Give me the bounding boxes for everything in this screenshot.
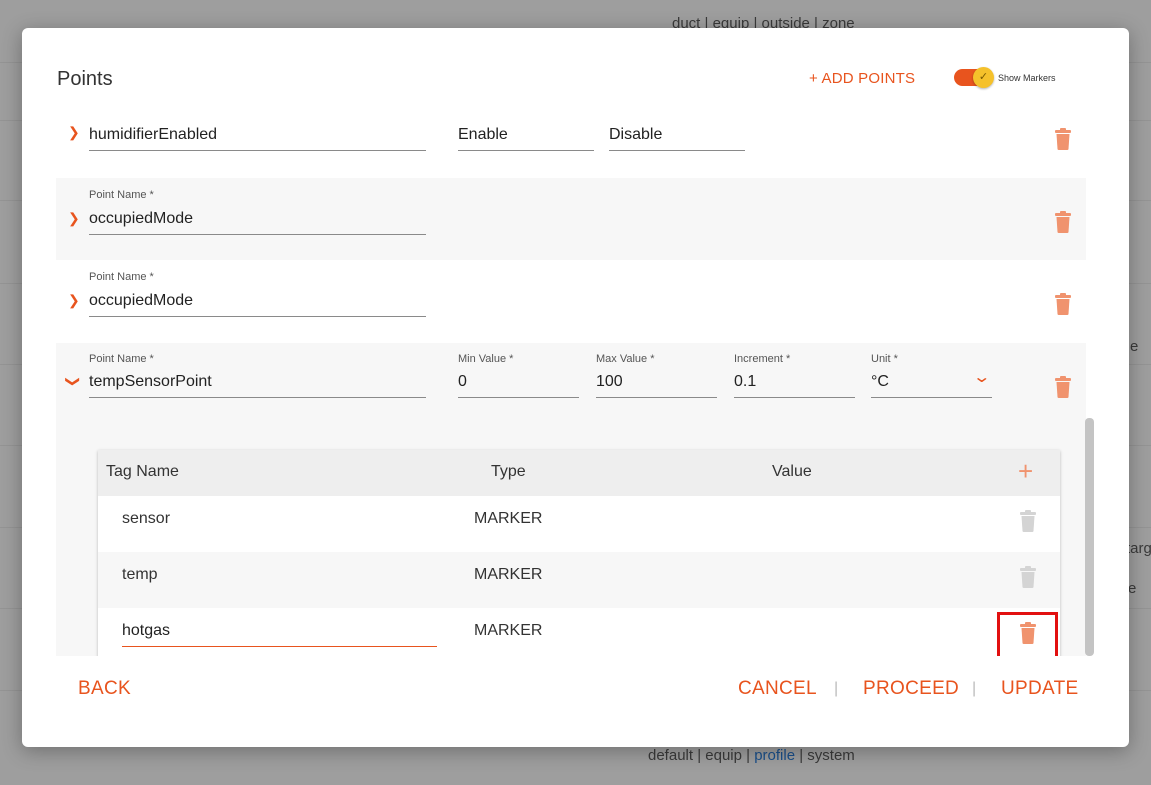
- min-value-label: Min Value *: [458, 353, 514, 365]
- point-name-label: Point Name *: [89, 271, 154, 283]
- add-points-button[interactable]: + ADD POINTS: [809, 70, 915, 87]
- increment-label: Increment *: [734, 353, 791, 365]
- add-tag-plus-icon[interactable]: +: [1018, 458, 1033, 484]
- show-markers-toggle[interactable]: ✓: [954, 67, 994, 88]
- unit-value: °C: [871, 373, 889, 390]
- check-icon: ✓: [973, 67, 994, 88]
- chevron-right-icon[interactable]: ❯: [68, 292, 80, 309]
- point-name-label: Point Name *: [89, 353, 154, 365]
- column-header-value: Value: [772, 463, 812, 480]
- bg-fragment: e: [1130, 338, 1139, 355]
- bg-fragment: targ: [1126, 540, 1151, 557]
- max-value-field[interactable]: 100: [596, 373, 717, 398]
- point-name-field[interactable]: tempSensorPoint: [89, 373, 426, 398]
- back-button[interactable]: BACK: [78, 678, 131, 700]
- increment-field[interactable]: 0.1: [734, 373, 855, 398]
- point-row: Point Name * ❯ occupiedMode: [56, 178, 1086, 260]
- point-name-field[interactable]: occupiedMode: [89, 292, 426, 317]
- table-row: hotgas MARKER: [98, 608, 1060, 656]
- tags-table: Tag Name Type Value + sensor MARKER temp…: [98, 450, 1060, 656]
- bg-fragment: e: [1128, 580, 1137, 597]
- enable-label-field[interactable]: Enable: [458, 126, 594, 151]
- separator: |: [972, 680, 977, 697]
- cancel-button[interactable]: CANCEL: [738, 678, 817, 700]
- disable-label-field[interactable]: Disable: [609, 126, 745, 151]
- trash-icon[interactable]: [1054, 376, 1072, 398]
- chevron-down-icon[interactable]: ⌄: [972, 367, 991, 387]
- trash-icon[interactable]: [1054, 293, 1072, 315]
- column-header-tag-name: Tag Name: [106, 463, 179, 480]
- point-row: ❯ humidifierEnabled Enable Disable: [56, 114, 1086, 178]
- min-value-field[interactable]: 0: [458, 373, 579, 398]
- max-value-label: Max Value *: [596, 353, 655, 365]
- show-markers-label: Show Markers: [998, 73, 1056, 83]
- points-list: ❯ humidifierEnabled Enable Disable Point…: [56, 114, 1086, 656]
- proceed-button[interactable]: PROCEED: [863, 678, 959, 700]
- unit-label: Unit *: [871, 353, 898, 365]
- tag-type-cell: MARKER: [474, 622, 543, 639]
- trash-icon[interactable]: [1054, 128, 1072, 150]
- bg-filter-bottom: default | equip | profile | system: [648, 747, 855, 764]
- tag-name-cell: sensor: [122, 510, 171, 527]
- table-row: temp MARKER: [98, 552, 1060, 608]
- point-row: Point Name * ❯ occupiedMode: [56, 260, 1086, 343]
- bg-filter-profile-link[interactable]: profile: [754, 747, 795, 764]
- trash-icon: [1019, 510, 1037, 532]
- point-name-field[interactable]: humidifierEnabled: [89, 126, 426, 151]
- chevron-right-icon[interactable]: ❯: [68, 124, 80, 141]
- tag-name-input[interactable]: hotgas: [122, 622, 437, 647]
- point-name-field[interactable]: occupiedMode: [89, 210, 426, 235]
- trash-icon: [1019, 566, 1037, 588]
- tags-table-header: Tag Name Type Value +: [98, 450, 1060, 496]
- tag-type-cell: MARKER: [474, 510, 543, 527]
- update-button[interactable]: UPDATE: [1001, 678, 1078, 700]
- unit-select[interactable]: °C ⌄: [871, 369, 992, 398]
- trash-icon[interactable]: [1054, 211, 1072, 233]
- tag-type-cell: MARKER: [474, 566, 543, 583]
- bg-filter-part: default | equip |: [648, 747, 755, 764]
- table-row: sensor MARKER: [98, 496, 1060, 552]
- modal-title: Points: [57, 68, 113, 90]
- tag-name-cell: temp: [122, 566, 158, 583]
- chevron-right-icon[interactable]: ❯: [68, 210, 80, 227]
- point-name-label: Point Name *: [89, 189, 154, 201]
- points-modal: Points + ADD POINTS ✓ Show Markers ❯ hum…: [22, 28, 1129, 747]
- highlight-box: [997, 612, 1058, 656]
- chevron-down-icon[interactable]: ❯: [64, 376, 81, 388]
- bg-filter-part: | system: [795, 747, 855, 764]
- separator: |: [834, 680, 839, 697]
- column-header-type: Type: [491, 463, 526, 480]
- vertical-scrollbar[interactable]: [1085, 418, 1094, 656]
